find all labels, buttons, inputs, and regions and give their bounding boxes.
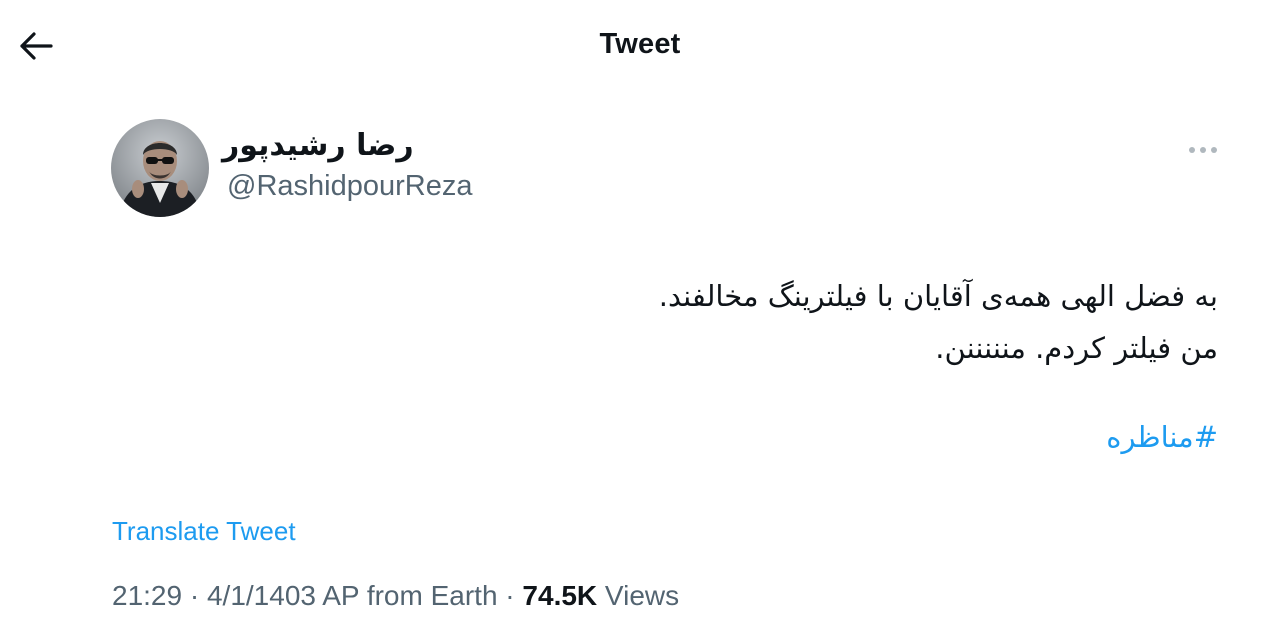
more-options-button[interactable]	[1180, 136, 1226, 164]
translate-tweet-link[interactable]: Translate Tweet	[112, 516, 296, 547]
separator-dot: ·	[497, 580, 523, 611]
tweet-time[interactable]: 21:29	[112, 580, 182, 611]
tweet-date-source[interactable]: 4/1/1403 AP from Earth	[207, 580, 498, 611]
tweet-text-line: من فیلتر کردم. منننننن.	[935, 331, 1218, 365]
author-display-name[interactable]: رضا رشیدپور	[222, 128, 462, 163]
page-title: Tweet	[599, 28, 681, 60]
tweet-text: به فضل الهی همه‌ی آقایان با فیلترینگ مخا…	[318, 270, 1218, 374]
views-count[interactable]: 74.5K	[522, 580, 597, 611]
author-handle[interactable]: @RashidpourReza	[227, 170, 472, 203]
views-label: Views	[604, 580, 680, 611]
separator-dot: ·	[182, 580, 207, 611]
hashtag-link[interactable]: #مناظره	[1106, 420, 1218, 454]
tweet-metadata: 21:29 · 4/1/1403 AP from Earth · 74.5K V…	[112, 580, 679, 612]
tweet-text-line: به فضل الهی همه‌ی آقایان با فیلترینگ مخا…	[658, 279, 1218, 313]
top-bar: Tweet	[0, 0, 1280, 92]
avatar[interactable]	[111, 119, 209, 217]
more-horizontal-icon	[1189, 147, 1217, 153]
user-avatar-photo	[111, 119, 209, 217]
